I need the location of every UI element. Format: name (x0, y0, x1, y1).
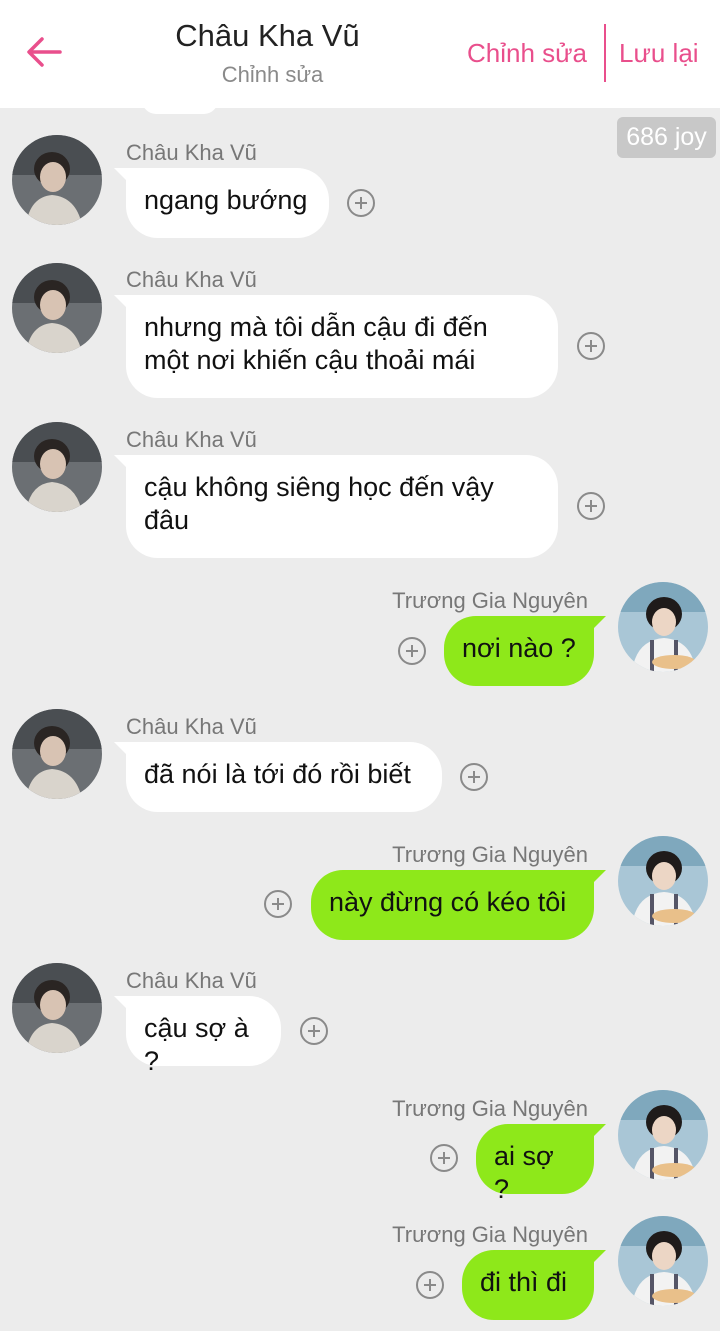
sender-name: Trương Gia Nguyên (392, 842, 588, 867)
message-bubble[interactable]: đi thì đi (462, 1250, 606, 1320)
bubble-tail (114, 742, 130, 758)
message-text-line: đi thì đi (480, 1267, 568, 1297)
add-reaction-icon[interactable] (416, 1271, 444, 1299)
message-text-line: cậu sợ à ? (144, 1013, 249, 1076)
avatar[interactable] (12, 709, 102, 799)
message-text-line: này đừng có kéo tôi (329, 887, 567, 917)
sender-name: Châu Kha Vũ (126, 714, 257, 739)
header-divider (604, 24, 606, 82)
edit-button[interactable]: Chỉnh sửa (467, 38, 587, 69)
avatar[interactable] (618, 582, 708, 672)
message-bubble[interactable]: cậu sợ à ? (114, 996, 281, 1076)
add-reaction-icon[interactable] (347, 189, 375, 217)
message-text-line: nơi nào ? (462, 633, 576, 663)
add-reaction-icon[interactable] (577, 332, 605, 360)
avatar[interactable] (12, 263, 102, 353)
message-bubble[interactable]: đã nói là tới đó rồi biết (114, 742, 442, 812)
message-text-line: cậu không siêng học đến vậy (144, 472, 494, 502)
top-app-bar: Châu Kha Vũ Chỉnh sửa Chỉnh sửa Lưu lại (0, 0, 720, 108)
bubble-tail (114, 168, 130, 184)
add-reaction-icon[interactable] (264, 890, 292, 918)
sender-name: Trương Gia Nguyên (392, 588, 588, 613)
bubble-tail (590, 870, 606, 886)
sender-name: Châu Kha Vũ (126, 267, 257, 292)
sender-name: Châu Kha Vũ (126, 427, 257, 452)
message-bubble[interactable]: này đừng có kéo tôi (311, 870, 606, 940)
add-reaction-icon[interactable] (430, 1144, 458, 1172)
joy-badge: 686 joy (617, 117, 716, 158)
message-text-line: đâu (144, 505, 190, 535)
add-reaction-icon[interactable] (577, 492, 605, 520)
message-bubble[interactable]: ai sợ ? (476, 1124, 606, 1204)
bubble-tail (590, 616, 606, 632)
sender-name: Trương Gia Nguyên (392, 1222, 588, 1247)
avatar[interactable] (618, 836, 708, 926)
bubble-tail (590, 1124, 606, 1140)
save-button[interactable]: Lưu lại (619, 38, 699, 69)
bubble-tail (114, 295, 130, 311)
conversation-subtitle: Chỉnh sửa (221, 62, 324, 87)
message-bubble[interactable]: cậu không siêng học đến vậy đâu (114, 455, 558, 558)
message-bubble[interactable]: ngang bướng (114, 168, 329, 238)
avatar[interactable] (618, 1216, 708, 1306)
sender-name: Trương Gia Nguyên (392, 1096, 588, 1121)
bubble-tail (590, 1250, 606, 1266)
avatar[interactable] (12, 135, 102, 225)
add-reaction-icon[interactable] (460, 763, 488, 791)
bubble-tail (114, 455, 130, 471)
message-text-line: ngang bướng (144, 185, 308, 215)
message-text-line: nhưng mà tôi dẫn cậu đi đến (144, 312, 488, 342)
avatar[interactable] (12, 963, 102, 1053)
avatar[interactable] (618, 1090, 708, 1180)
message-bubble[interactable]: nhưng mà tôi dẫn cậu đi đến một nơi khiế… (114, 295, 558, 398)
message-text-line: đã nói là tới đó rồi biết (144, 759, 411, 789)
avatar[interactable] (12, 422, 102, 512)
conversation-title: Châu Kha Vũ (175, 18, 360, 53)
add-reaction-icon[interactable] (398, 637, 426, 665)
sender-name: Châu Kha Vũ (126, 968, 257, 993)
message-text-line: ai sợ ? (494, 1141, 554, 1204)
message-bubble[interactable]: nơi nào ? (444, 616, 606, 686)
add-reaction-icon[interactable] (300, 1017, 328, 1045)
bubble-tail (114, 996, 130, 1012)
sender-name: Châu Kha Vũ (126, 140, 257, 165)
message-text-line: một nơi khiến cậu thoải mái (144, 345, 476, 375)
